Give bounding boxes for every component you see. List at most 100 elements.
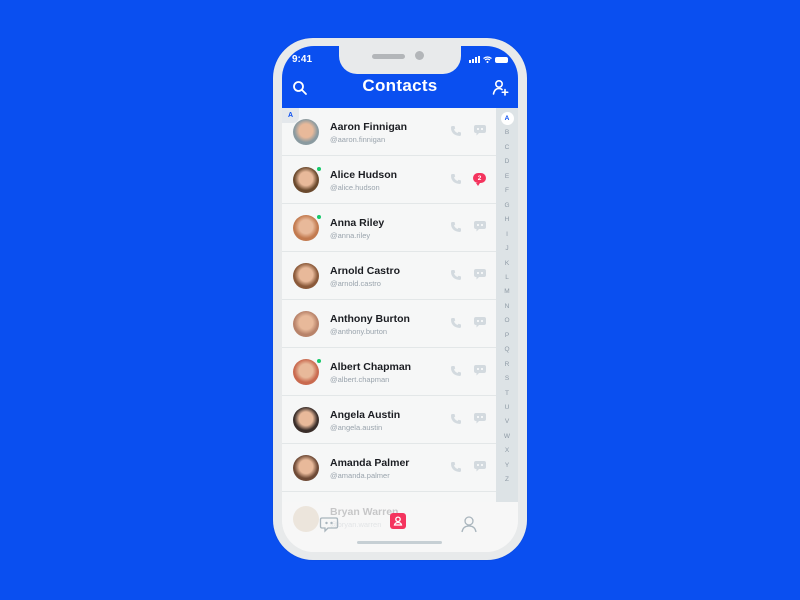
index-letter-v[interactable]: V bbox=[496, 418, 518, 425]
index-letter-l[interactable]: L bbox=[496, 274, 518, 281]
tab-messages[interactable] bbox=[319, 514, 339, 534]
contact-name: Amanda Palmer bbox=[330, 457, 410, 469]
notch bbox=[339, 46, 461, 74]
contact-handle: @arnold.castro bbox=[330, 279, 381, 288]
index-letter-u[interactable]: U bbox=[496, 404, 518, 411]
avatar[interactable] bbox=[293, 263, 319, 289]
contact-row[interactable]: Alice Hudson @alice.hudson 2 bbox=[282, 156, 496, 204]
index-letter-t[interactable]: T bbox=[496, 390, 518, 397]
phone-icon[interactable] bbox=[450, 365, 462, 377]
unread-badge[interactable]: 2 bbox=[473, 173, 486, 186]
avatar[interactable] bbox=[293, 455, 319, 481]
index-letter-r[interactable]: R bbox=[496, 361, 518, 368]
contact-card-icon bbox=[393, 516, 403, 526]
index-letter-w[interactable]: W bbox=[496, 433, 518, 440]
avatar[interactable] bbox=[293, 311, 319, 337]
index-letter-p[interactable]: P bbox=[496, 332, 518, 339]
message-icon[interactable] bbox=[473, 364, 487, 377]
contact-name: Angela Austin bbox=[330, 409, 401, 421]
index-letter-e[interactable]: E bbox=[496, 173, 518, 180]
online-indicator bbox=[316, 214, 322, 220]
contact-name: Alice Hudson bbox=[330, 169, 398, 181]
add-user-icon[interactable] bbox=[492, 79, 510, 97]
contact-handle: @aaron.finnigan bbox=[330, 135, 386, 144]
online-indicator bbox=[316, 166, 322, 172]
wifi-icon bbox=[483, 56, 492, 63]
screen: 9:41 Contacts A Aaron Finnigan @aaron.fi… bbox=[282, 46, 518, 552]
avatar[interactable] bbox=[293, 167, 319, 193]
index-letter-x[interactable]: X bbox=[496, 447, 518, 454]
index-letter-h[interactable]: H bbox=[496, 216, 518, 223]
phone-icon[interactable] bbox=[450, 221, 462, 233]
status-icons bbox=[469, 56, 508, 63]
phone-icon[interactable] bbox=[450, 413, 462, 425]
status-time: 9:41 bbox=[292, 54, 313, 65]
phone-icon[interactable] bbox=[450, 173, 462, 185]
contact-handle: @amanda.palmer bbox=[330, 471, 390, 480]
index-letter-j[interactable]: J bbox=[496, 245, 518, 252]
contact-handle: @anna.riley bbox=[330, 231, 371, 240]
avatar[interactable] bbox=[293, 215, 319, 241]
home-indicator[interactable] bbox=[357, 541, 442, 544]
message-icon[interactable] bbox=[473, 124, 487, 137]
contact-row[interactable]: Albert Chapman @albert.chapman bbox=[282, 348, 496, 396]
index-letter-o[interactable]: O bbox=[496, 317, 518, 324]
avatar bbox=[293, 506, 319, 532]
contact-name: Aaron Finnigan bbox=[330, 121, 407, 133]
phone-icon[interactable] bbox=[450, 125, 462, 137]
contact-handle: @alice.hudson bbox=[330, 183, 380, 192]
signal-icon bbox=[469, 56, 480, 63]
index-letter-b[interactable]: B bbox=[496, 129, 518, 136]
contact-row[interactable]: Arnold Castro @arnold.castro bbox=[282, 252, 496, 300]
avatar[interactable] bbox=[293, 119, 319, 145]
camera bbox=[415, 51, 424, 60]
index-letter-d[interactable]: D bbox=[496, 158, 518, 165]
message-icon[interactable] bbox=[473, 220, 487, 233]
message-icon[interactable] bbox=[473, 460, 487, 473]
phone-icon[interactable] bbox=[450, 269, 462, 281]
message-icon[interactable] bbox=[473, 412, 487, 425]
contact-name: Anna Riley bbox=[330, 217, 385, 229]
phone-icon[interactable] bbox=[450, 317, 462, 329]
index-letter-n[interactable]: N bbox=[496, 303, 518, 310]
tab-contacts[interactable] bbox=[390, 513, 406, 529]
contact-row[interactable]: Angela Austin @angela.austin bbox=[282, 396, 496, 444]
contact-handle: @anthony.burton bbox=[330, 327, 388, 336]
index-letter-c[interactable]: C bbox=[496, 144, 518, 151]
contact-list: A Aaron Finnigan @aaron.finnigan Alice H… bbox=[282, 108, 496, 502]
battery-icon bbox=[495, 56, 508, 63]
online-indicator bbox=[316, 358, 322, 364]
index-letter-i[interactable]: I bbox=[496, 231, 518, 238]
index-letter-y[interactable]: Y bbox=[496, 462, 518, 469]
speaker bbox=[372, 54, 405, 59]
index-letter-f[interactable]: F bbox=[496, 187, 518, 194]
message-icon[interactable] bbox=[473, 316, 487, 329]
phone-icon[interactable] bbox=[450, 461, 462, 473]
index-letter-z[interactable]: Z bbox=[496, 476, 518, 483]
avatar[interactable] bbox=[293, 407, 319, 433]
contact-name: Anthony Burton bbox=[330, 313, 410, 325]
avatar[interactable] bbox=[293, 359, 319, 385]
app-header: 9:41 Contacts bbox=[282, 46, 518, 108]
contact-name: Bryan Warren bbox=[330, 506, 399, 518]
index-letter-s[interactable]: S bbox=[496, 375, 518, 382]
tab-bar: Bryan Warren @bryan.warren bbox=[282, 502, 518, 552]
contact-row[interactable]: Amanda Palmer @amanda.palmer bbox=[282, 444, 496, 492]
alphabet-index[interactable]: AB CD EF GH IJ KLM NO PQ RS TUV WX YZ bbox=[496, 108, 518, 502]
message-icon[interactable] bbox=[473, 268, 487, 281]
contact-row[interactable]: Anthony Burton @anthony.burton bbox=[282, 300, 496, 348]
phone-frame: 9:41 Contacts A Aaron Finnigan @aaron.fi… bbox=[273, 38, 527, 560]
contact-handle: @albert.chapman bbox=[330, 375, 390, 384]
index-letter-g[interactable]: G bbox=[496, 202, 518, 209]
index-letter-a[interactable]: A bbox=[496, 115, 518, 122]
page-title: Contacts bbox=[362, 76, 438, 95]
contact-handle: @angela.austin bbox=[330, 423, 383, 432]
index-letter-k[interactable]: K bbox=[496, 260, 518, 267]
index-letter-m[interactable]: M bbox=[496, 288, 518, 295]
tab-profile[interactable] bbox=[459, 514, 479, 534]
contact-row[interactable]: Anna Riley @anna.riley bbox=[282, 204, 496, 252]
contact-name: Arnold Castro bbox=[330, 265, 401, 277]
contact-row[interactable]: Aaron Finnigan @aaron.finnigan bbox=[282, 108, 496, 156]
contact-name: Albert Chapman bbox=[330, 361, 412, 373]
index-letter-q[interactable]: Q bbox=[496, 346, 518, 353]
